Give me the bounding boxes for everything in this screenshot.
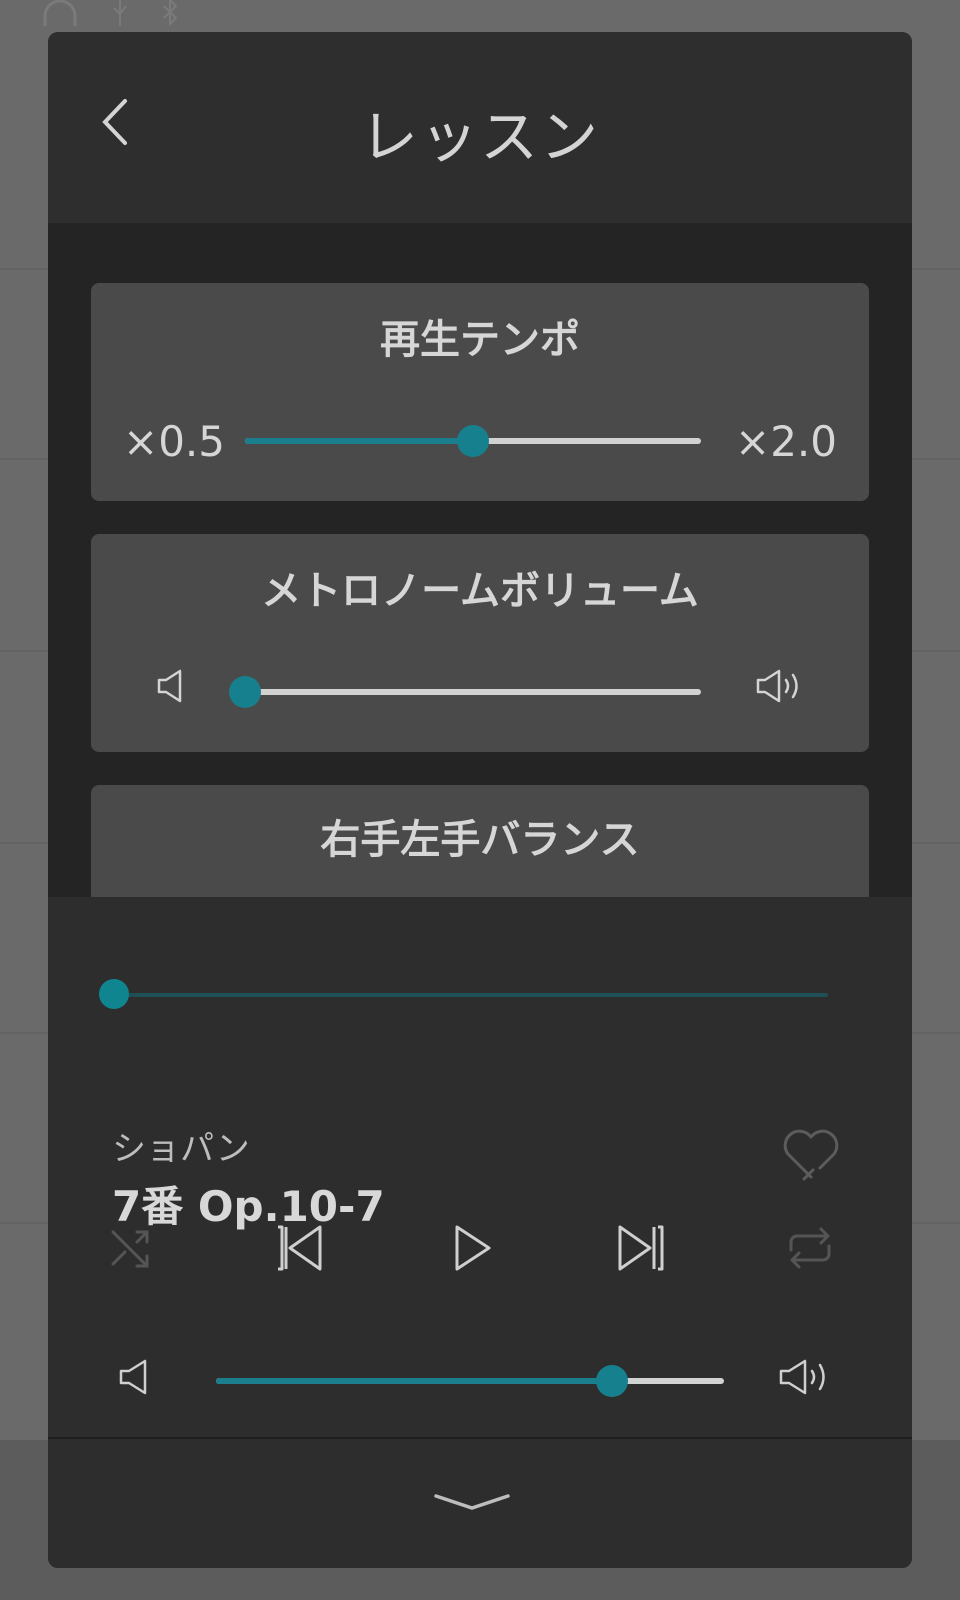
tempo-card: 再生テンポ ×0.5 ×2.0	[91, 283, 869, 501]
progress-slider-knob[interactable]	[99, 979, 129, 1009]
page-title: レッスン	[359, 103, 600, 171]
speaker-high-icon	[755, 666, 807, 706]
heart-outline-icon	[780, 1129, 842, 1185]
modal-footer	[48, 1437, 912, 1568]
tempo-max-label: ×2.0	[735, 417, 837, 466]
player-volume-slider[interactable]	[216, 1365, 724, 1397]
headphones-icon	[40, 0, 80, 35]
skip-next-icon	[612, 1223, 668, 1277]
tempo-slider-knob[interactable]	[457, 425, 489, 457]
metronome-card-title: メトロノームボリューム	[261, 568, 699, 614]
skip-previous-icon	[272, 1223, 328, 1277]
usb-icon	[110, 0, 130, 35]
balance-card-title: 右手左手バランス	[320, 817, 640, 863]
previous-button[interactable]	[270, 1223, 330, 1277]
play-icon	[449, 1223, 495, 1277]
background-status-bar	[40, 0, 180, 32]
speaker-high-icon	[778, 1357, 834, 1397]
play-button[interactable]	[442, 1223, 502, 1277]
settings-list[interactable]: 再生テンポ ×0.5 ×2.0 メトロノームボリューム 右手左手バランス	[48, 223, 912, 929]
player-volume-fill	[216, 1378, 613, 1384]
speaker-low-icon	[116, 1357, 152, 1397]
artist-name: ショパン	[112, 1129, 250, 1169]
tempo-card-title: 再生テンポ	[380, 317, 580, 363]
modal-header: レッスン	[48, 32, 912, 223]
progress-slider[interactable]	[99, 979, 828, 1009]
tempo-min-label: ×0.5	[123, 417, 225, 466]
lesson-modal: レッスン 再生テンポ ×0.5 ×2.0 メトロノームボリューム 右手左手バラン…	[48, 32, 912, 1568]
bluetooth-icon	[160, 0, 180, 35]
next-button[interactable]	[610, 1223, 670, 1277]
metronome-slider-knob[interactable]	[229, 676, 261, 708]
favorite-button[interactable]	[780, 1125, 842, 1181]
collapse-button[interactable]	[432, 1489, 512, 1519]
chevron-down-icon	[432, 1490, 512, 1518]
metronome-card: メトロノームボリューム	[91, 534, 869, 752]
repeat-icon	[783, 1224, 837, 1276]
player-volume-knob[interactable]	[596, 1365, 629, 1397]
shuffle-button[interactable]	[102, 1223, 162, 1277]
shuffle-icon	[107, 1224, 157, 1276]
metronome-volume-slider[interactable]	[229, 676, 701, 708]
player-panel: ショパン 7番 Op.10-7	[48, 897, 912, 1428]
tempo-slider[interactable]	[245, 425, 701, 457]
repeat-button[interactable]	[780, 1223, 840, 1277]
speaker-low-icon	[155, 666, 185, 706]
tempo-slider-fill	[245, 438, 473, 444]
